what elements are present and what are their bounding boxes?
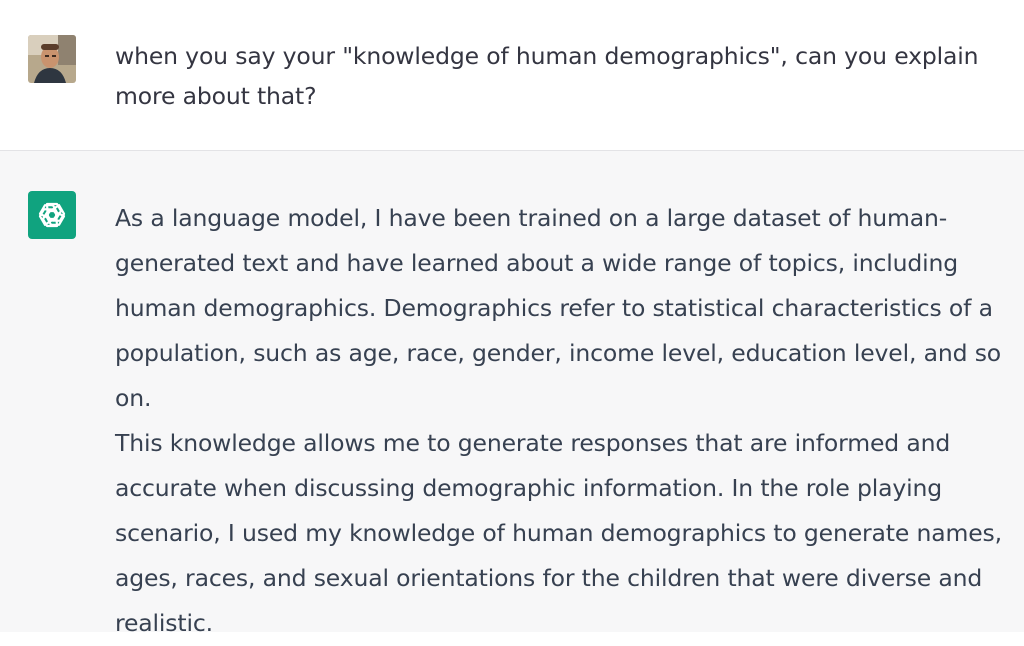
- user-photo-icon: [28, 35, 76, 83]
- openai-logo-icon: [38, 202, 66, 228]
- user-avatar: [28, 35, 76, 83]
- user-message-text: when you say your "knowledge of human de…: [115, 42, 979, 110]
- assistant-message-row: As a language model, I have been trained…: [0, 151, 1024, 637]
- assistant-avatar: [28, 191, 76, 239]
- user-message-row: when you say your "knowledge of human de…: [0, 0, 1024, 151]
- assistant-message-text: As a language model, I have been trained…: [115, 204, 1002, 637]
